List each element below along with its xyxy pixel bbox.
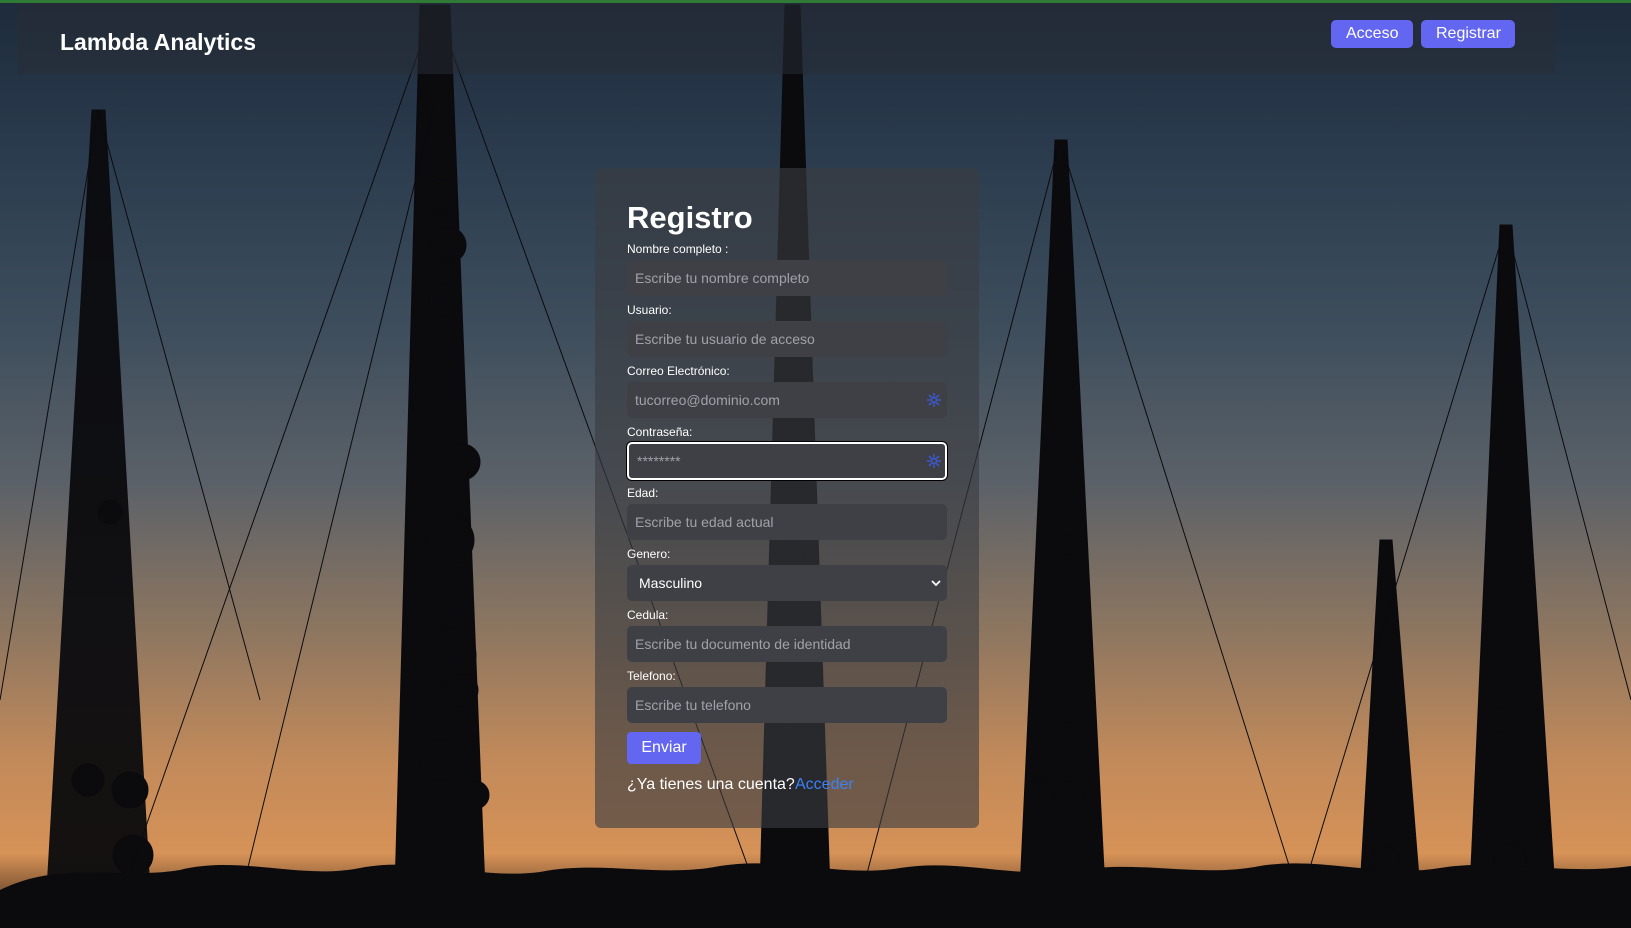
phone-input[interactable] (627, 687, 947, 723)
gender-select-value: Masculino (639, 575, 703, 591)
id-document-input[interactable] (627, 626, 947, 662)
register-form-card: Registro Nombre completo : Usuario: Corr… (595, 168, 979, 828)
gender-label: Genero: (627, 547, 671, 561)
login-link[interactable]: Acceder (795, 776, 854, 794)
chevron-down-icon (931, 580, 941, 587)
email-label: Correo Electrónico: (627, 364, 730, 378)
submit-button[interactable]: Enviar (627, 732, 701, 764)
password-label: Contraseña: (627, 425, 693, 439)
form-title: Registro (627, 200, 753, 235)
gender-select[interactable]: Masculino (627, 565, 947, 601)
full-name-label: Nombre completo : (627, 242, 729, 256)
navbar: Lambda Analytics Acceso Registrar (18, 3, 1555, 74)
age-label: Edad: (627, 486, 659, 500)
autofill-icon[interactable] (927, 454, 941, 468)
full-name-input[interactable] (627, 260, 947, 296)
username-input[interactable] (627, 321, 947, 357)
register-button[interactable]: Registrar (1421, 20, 1515, 48)
age-input[interactable] (627, 504, 947, 540)
login-prompt-text: ¿Ya tienes una cuenta? (627, 776, 795, 793)
id-document-label: Cedula: (627, 608, 669, 622)
brand-logo-text[interactable]: Lambda Analytics (60, 29, 256, 56)
autofill-icon[interactable] (927, 393, 941, 407)
username-label: Usuario: (627, 303, 672, 317)
email-input[interactable] (627, 382, 947, 418)
phone-label: Telefono: (627, 669, 676, 683)
password-input[interactable] (627, 442, 947, 480)
login-button[interactable]: Acceso (1331, 20, 1413, 48)
